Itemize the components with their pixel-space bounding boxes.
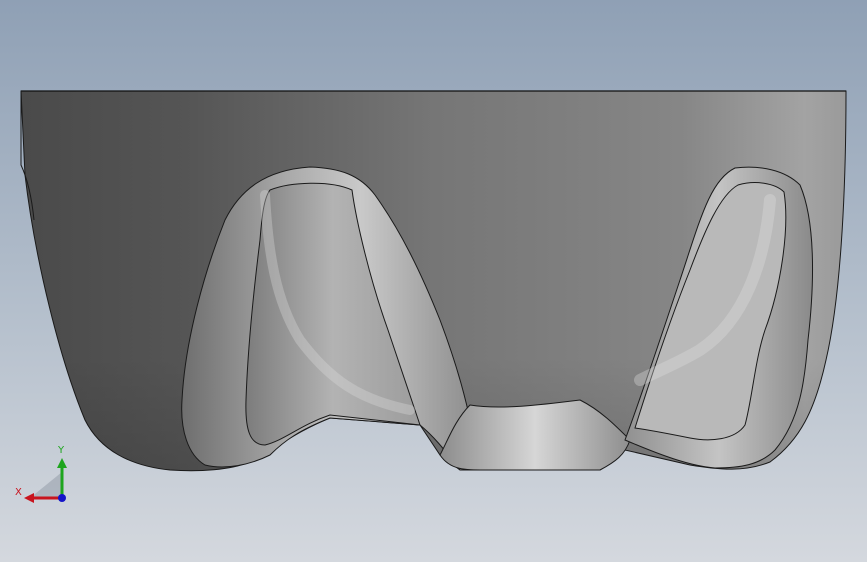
triad-plane [30, 472, 62, 498]
model-view[interactable] [0, 0, 867, 562]
x-axis-label: X [15, 487, 22, 498]
graphics-viewport[interactable]: X Y [0, 0, 867, 562]
y-axis-label: Y [57, 445, 65, 456]
z-axis-dot [58, 494, 66, 502]
axis-triad: X Y [15, 445, 67, 503]
x-axis-arrow [24, 493, 34, 503]
y-axis-arrow [57, 458, 67, 468]
